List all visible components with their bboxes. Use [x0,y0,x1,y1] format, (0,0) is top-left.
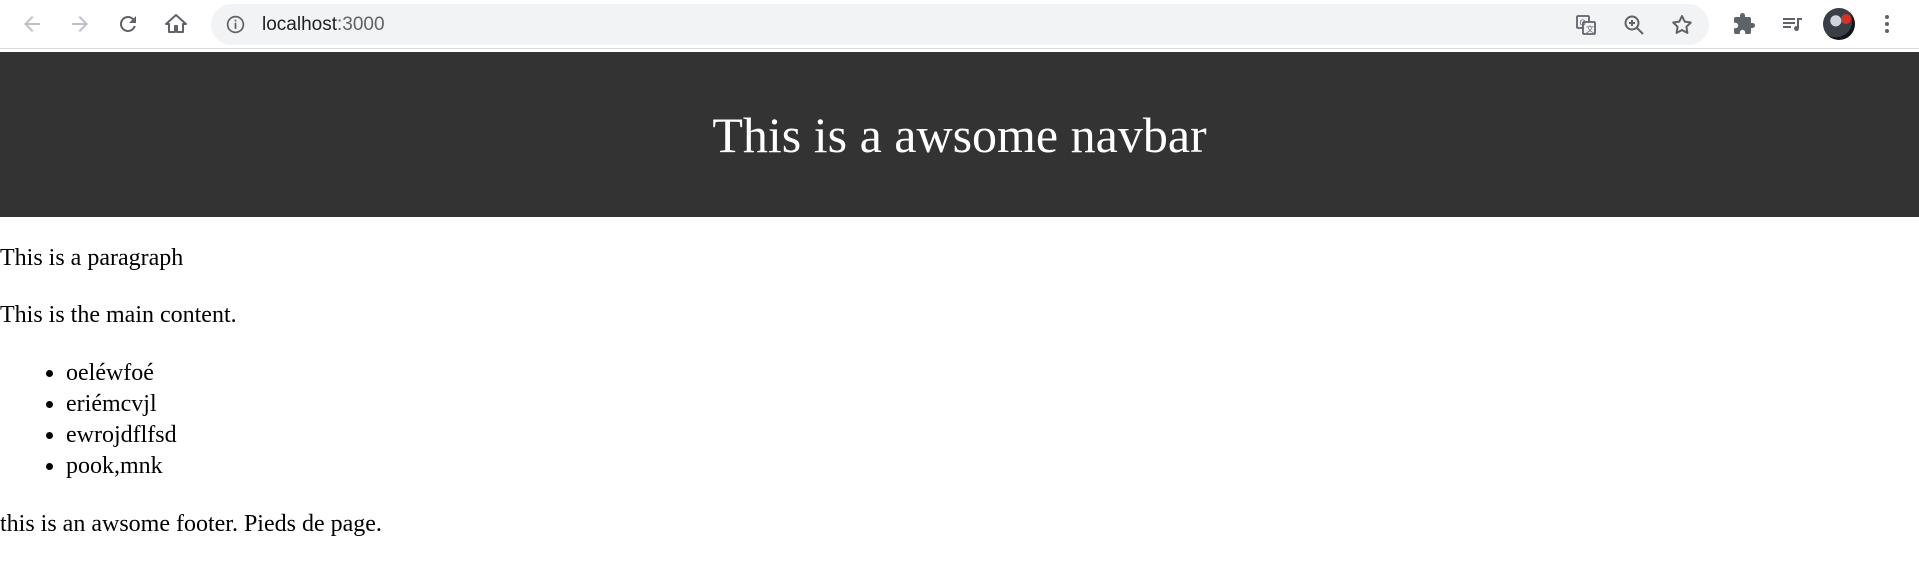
extensions-button[interactable] [1727,7,1761,41]
translate-button[interactable]: G 文 [1573,12,1599,38]
arrow-left-icon [24,16,40,32]
url-text[interactable]: localhost:3000 [262,4,385,45]
home-icon [165,14,187,33]
url-host: localhost [262,14,337,35]
translate-icon: G 文 [1576,15,1596,35]
reading-list-button[interactable] [1775,7,1809,41]
intro-paragraph: This is a paragraph [0,245,184,271]
svg-text:文: 文 [1586,24,1594,34]
profile-avatar[interactable] [1823,8,1855,40]
forward-button[interactable] [63,7,97,41]
playlist-icon [1783,18,1802,31]
reload-icon [119,15,136,32]
url-port: :3000 [337,14,385,35]
list-item: oeléwfoé [66,358,1919,389]
navbar: This is a awsome navbar [0,52,1919,217]
arrow-right-icon [72,16,88,32]
main-content: This is a paragraph This is the main con… [0,244,1919,567]
bookmark-button[interactable] [1669,12,1695,38]
puzzle-icon [1734,13,1755,34]
home-button[interactable] [159,7,193,41]
browser-menu-button[interactable] [1870,7,1904,41]
kebab-menu-icon [1885,15,1889,33]
reload-button[interactable] [111,7,145,41]
svg-text:G: G [1580,19,1586,28]
main-content-text: This is the main content. [0,302,237,328]
zoom-button[interactable] [1621,12,1647,38]
footer-text: this is an awsome footer. Pieds de page. [0,511,382,537]
info-icon[interactable] [225,14,246,35]
star-icon [1672,15,1692,34]
content-list: oeléwfoé eriémcvjl ewrojdflfsd pook,mnk [0,358,1919,482]
list-item: pook,mnk [66,451,1919,482]
list-item: ewrojdflfsd [66,420,1919,451]
zoom-in-icon [1624,15,1644,35]
address-bar[interactable]: localhost:3000 G 文 [211,4,1709,45]
navbar-title: This is a awsome navbar [712,106,1207,163]
back-button[interactable] [15,7,49,41]
browser-toolbar: localhost:3000 G 文 [0,0,1919,49]
list-item: eriémcvjl [66,389,1919,420]
